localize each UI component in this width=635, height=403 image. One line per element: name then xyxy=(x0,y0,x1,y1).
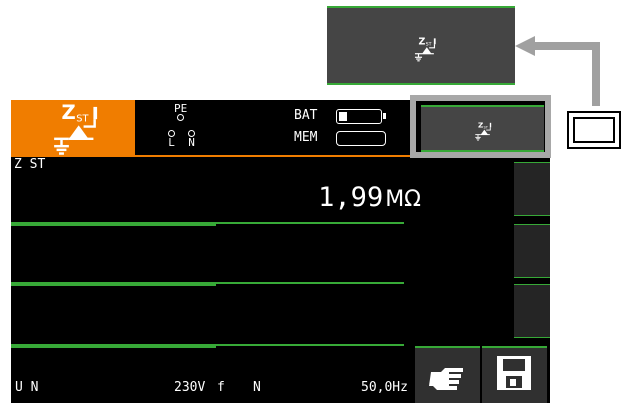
bat-label: BAT xyxy=(294,108,318,123)
side-softkey-3[interactable] xyxy=(514,284,550,338)
separator-line-3 xyxy=(11,344,404,348)
n-label: N xyxy=(188,136,195,149)
pe-label: PE xyxy=(174,102,188,115)
mode-tile[interactable] xyxy=(11,100,135,157)
zst-mode-icon xyxy=(414,36,437,62)
separator-line-1 xyxy=(11,222,404,226)
voltage-value: 230V xyxy=(174,380,206,395)
frequency-value: 50,0Hz xyxy=(361,380,408,395)
battery-icon xyxy=(336,109,386,124)
f-label: f xyxy=(217,380,225,395)
l-label: L xyxy=(168,136,175,149)
side-softkey-2[interactable] xyxy=(514,224,550,278)
hand-button[interactable] xyxy=(415,346,480,403)
l-terminal: L xyxy=(168,130,175,148)
n-terminal: N xyxy=(188,130,195,148)
floppy-disk-icon xyxy=(497,356,531,390)
callout-arrow-head xyxy=(515,36,535,56)
zst-softkey-callout xyxy=(327,6,515,85)
zst-mode-icon xyxy=(52,102,99,155)
callout-arrow-horizontal xyxy=(530,42,600,50)
battery-fill xyxy=(339,112,347,121)
softkey-highlight-frame xyxy=(410,95,551,158)
callout-arrow-vertical xyxy=(592,44,600,106)
measurement-name: Z ST xyxy=(14,157,46,172)
save-button[interactable] xyxy=(482,346,547,403)
n-footer-label: N xyxy=(253,380,261,395)
memory-indicator xyxy=(336,131,386,146)
measurement-reading: 1,99MΩ xyxy=(281,182,421,213)
measurement-value: 1,99 xyxy=(318,182,384,213)
pe-terminal: PE xyxy=(174,103,187,121)
pe-terminal-icon xyxy=(177,114,185,121)
un-label: U N xyxy=(15,380,39,395)
mem-label: MEM xyxy=(294,130,318,145)
pointing-hand-icon xyxy=(429,368,463,390)
side-softkey-1[interactable] xyxy=(514,162,550,216)
hardware-key-button[interactable] xyxy=(567,111,621,149)
measurement-unit: MΩ xyxy=(385,187,421,212)
separator-line-2 xyxy=(11,282,404,286)
